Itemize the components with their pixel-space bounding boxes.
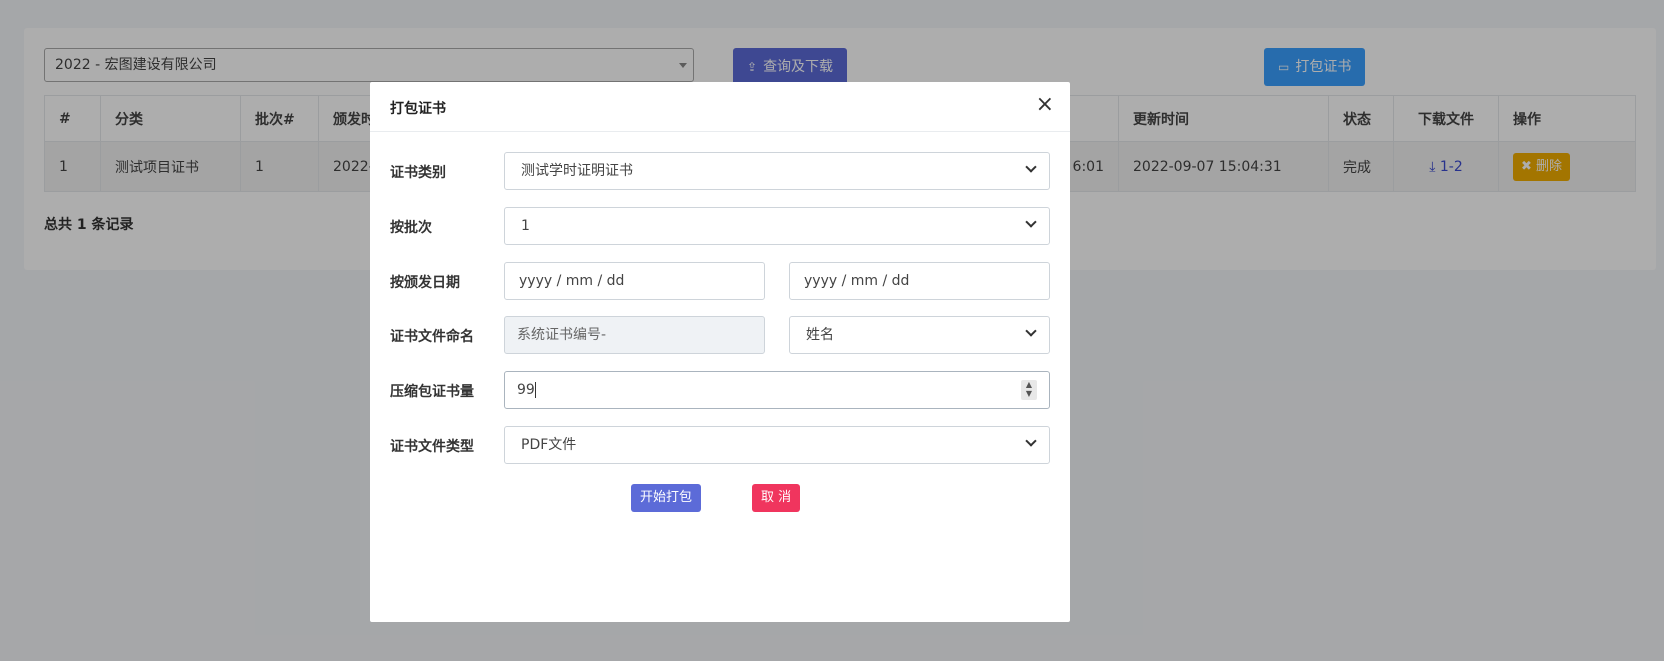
issue-date-start-placeholder: yyyy / mm / dd	[519, 273, 625, 289]
file-naming-row: 证书文件命名 系统证书编号- 姓名	[390, 316, 1050, 354]
cert-type-row: 证书类别 测试学时证明证书	[390, 152, 1050, 190]
cancel-button[interactable]: 取 消	[752, 484, 801, 512]
file-type-row: 证书文件类型 PDF文件	[390, 426, 1050, 464]
batch-label: 按批次	[390, 220, 432, 236]
number-stepper[interactable]: ▲ ▼	[1021, 380, 1037, 400]
chevron-down-icon	[1025, 325, 1037, 337]
package-size-value: 99	[517, 382, 535, 398]
chevron-down-icon	[1025, 216, 1037, 228]
issue-date-start-input[interactable]: yyyy / mm / dd	[504, 262, 765, 300]
file-type-value: PDF文件	[521, 437, 577, 453]
modal-header: 打包证书 ×	[370, 82, 1070, 132]
file-naming-prefix-field: 系统证书编号-	[504, 316, 765, 354]
file-naming-label: 证书文件命名	[390, 329, 474, 345]
start-pack-button[interactable]: 开始打包	[631, 484, 702, 512]
batch-value: 1	[521, 218, 530, 234]
issue-date-end-input[interactable]: yyyy / mm / dd	[789, 262, 1050, 300]
file-type-label: 证书文件类型	[390, 439, 474, 455]
chevron-down-icon[interactable]: ▼	[1021, 389, 1037, 398]
file-type-select[interactable]: PDF文件	[504, 426, 1050, 464]
package-size-label: 压缩包证书量	[390, 384, 474, 400]
cert-type-value: 测试学时证明证书	[521, 163, 633, 179]
file-naming-prefix: 系统证书编号-	[517, 327, 607, 343]
package-size-input[interactable]: 99 ▲ ▼	[504, 371, 1050, 409]
modal-title: 打包证书	[390, 101, 446, 117]
issue-date-row: 按颁发日期 yyyy / mm / dd yyyy / mm / dd	[390, 262, 1050, 300]
pack-certificates-dialog: 打包证书 × 证书类别 测试学时证明证书 按批次 1 按颁发日期 yyyy / …	[370, 82, 1070, 622]
batch-row: 按批次 1	[390, 207, 1050, 245]
text-cursor	[534, 382, 536, 398]
batch-select[interactable]: 1	[504, 207, 1050, 245]
chevron-down-icon	[1025, 161, 1037, 173]
cert-type-select[interactable]: 测试学时证明证书	[504, 152, 1050, 190]
package-size-row: 压缩包证书量 99 ▲ ▼	[390, 371, 1050, 409]
issue-date-end-placeholder: yyyy / mm / dd	[804, 273, 910, 289]
chevron-down-icon	[1025, 435, 1037, 447]
chevron-up-icon[interactable]: ▲	[1021, 380, 1037, 389]
issue-date-label: 按颁发日期	[390, 275, 460, 291]
file-naming-suffix-select[interactable]: 姓名	[789, 316, 1050, 354]
cert-type-label: 证书类别	[390, 165, 446, 181]
close-icon[interactable]: ×	[1036, 92, 1054, 118]
file-naming-suffix-value: 姓名	[806, 327, 834, 343]
